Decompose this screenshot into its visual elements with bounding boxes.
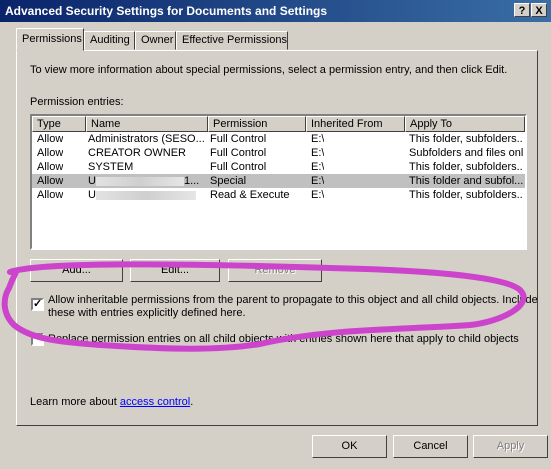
column-header-type[interactable]: Type	[32, 116, 86, 132]
table-row[interactable]: Allow CREATOR OWNER Full Control E:\ Sub…	[32, 146, 525, 160]
cell-name-prefix: U	[88, 175, 96, 187]
cell-inherited: E:\	[311, 133, 325, 145]
remove-button[interactable]: Remove	[228, 259, 322, 282]
learn-more-text: Learn more about access control.	[30, 396, 193, 408]
tab-permissions[interactable]: Permissions	[16, 28, 84, 51]
redacted-name	[95, 176, 184, 186]
access-control-link[interactable]: access control	[120, 396, 190, 408]
cell-name: SYSTEM	[88, 161, 134, 173]
inherit-permissions-label[interactable]: Allow inheritable permissions from the p…	[48, 294, 538, 320]
cell-name: CREATOR OWNER	[88, 147, 186, 159]
cell-name-suffix: 1...	[183, 175, 200, 187]
cell-permission: Special	[210, 175, 247, 187]
inherit-label-line1: Allow inheritable permissions from the p…	[48, 294, 538, 306]
redacted-name	[95, 190, 196, 200]
cell-permission: Full Control	[210, 133, 267, 145]
table-row[interactable]: Allow SYSTEM Full Control E:\ This folde…	[32, 160, 525, 174]
intro-text: To view more information about special p…	[30, 64, 508, 76]
help-button[interactable]: ?	[514, 3, 530, 17]
cell-apply: This folder, subfolders...	[409, 189, 523, 201]
cell-type: Allow	[37, 189, 64, 201]
tab-effective-permissions[interactable]: Effective Permissions	[176, 31, 288, 50]
cell-inherited: E:\	[311, 161, 325, 173]
table-row[interactable]: Allow U Read & Execute E:\ This folder, …	[32, 188, 525, 202]
cell-permission: Full Control	[210, 147, 267, 159]
cell-inherited: E:\	[311, 189, 325, 201]
cell-inherited: E:\	[311, 175, 325, 187]
cell-name: U 1...	[88, 174, 204, 188]
cell-inherited: E:\	[311, 147, 325, 159]
cell-permission: Full Control	[210, 161, 267, 173]
cell-type: Allow	[37, 175, 64, 187]
column-header-apply-to[interactable]: Apply To	[405, 116, 525, 132]
cell-apply: Subfolders and files only	[409, 147, 523, 159]
cell-apply: This folder, subfolders...	[409, 161, 523, 173]
column-header-inherited-from[interactable]: Inherited From	[306, 116, 405, 132]
cell-permission: Read & Execute	[210, 189, 290, 201]
window-title: Advanced Security Settings for Documents…	[5, 4, 328, 18]
learn-more-prefix: Learn more about	[30, 396, 117, 408]
cell-name: Administrators (SESO...	[88, 133, 204, 145]
column-header-name[interactable]: Name	[86, 116, 208, 132]
cell-apply: This folder, subfolders...	[409, 133, 523, 145]
ok-button[interactable]: OK	[312, 435, 387, 458]
entries-label: Permission entries:	[30, 96, 124, 108]
cell-type: Allow	[37, 147, 64, 159]
close-button[interactable]: X	[531, 3, 547, 17]
replace-permissions-checkbox[interactable]	[31, 333, 44, 346]
learn-more-suffix: .	[190, 396, 194, 408]
cell-name: U	[88, 188, 204, 202]
cell-type: Allow	[37, 133, 64, 145]
replace-permissions-label[interactable]: Replace permission entries on all child …	[48, 333, 519, 345]
inherit-permissions-checkbox[interactable]: ✓	[31, 298, 44, 311]
tab-owner[interactable]: Owner	[135, 31, 176, 50]
column-header-permission[interactable]: Permission	[208, 116, 306, 132]
table-row[interactable]: Allow Administrators (SESO... Full Contr…	[32, 132, 525, 146]
tab-auditing[interactable]: Auditing	[84, 31, 135, 50]
cell-type: Allow	[37, 161, 64, 173]
add-button[interactable]: Add...	[30, 259, 123, 282]
cell-name-prefix: U	[88, 189, 96, 201]
checkmark-icon: ✓	[33, 298, 43, 310]
cancel-button[interactable]: Cancel	[393, 435, 468, 458]
edit-button[interactable]: Edit...	[130, 259, 220, 282]
inherit-label-line2: these with entries explicitly defined he…	[48, 307, 246, 319]
permission-entries-list[interactable]: Type Name Permission Inherited From Appl…	[30, 114, 527, 250]
apply-button[interactable]: Apply	[473, 435, 548, 458]
cell-apply: This folder and subfol...	[409, 175, 523, 187]
title-bar: Advanced Security Settings for Documents…	[0, 0, 551, 22]
table-row-selected[interactable]: Allow U 1... Special E:\ This folder and …	[32, 174, 525, 188]
